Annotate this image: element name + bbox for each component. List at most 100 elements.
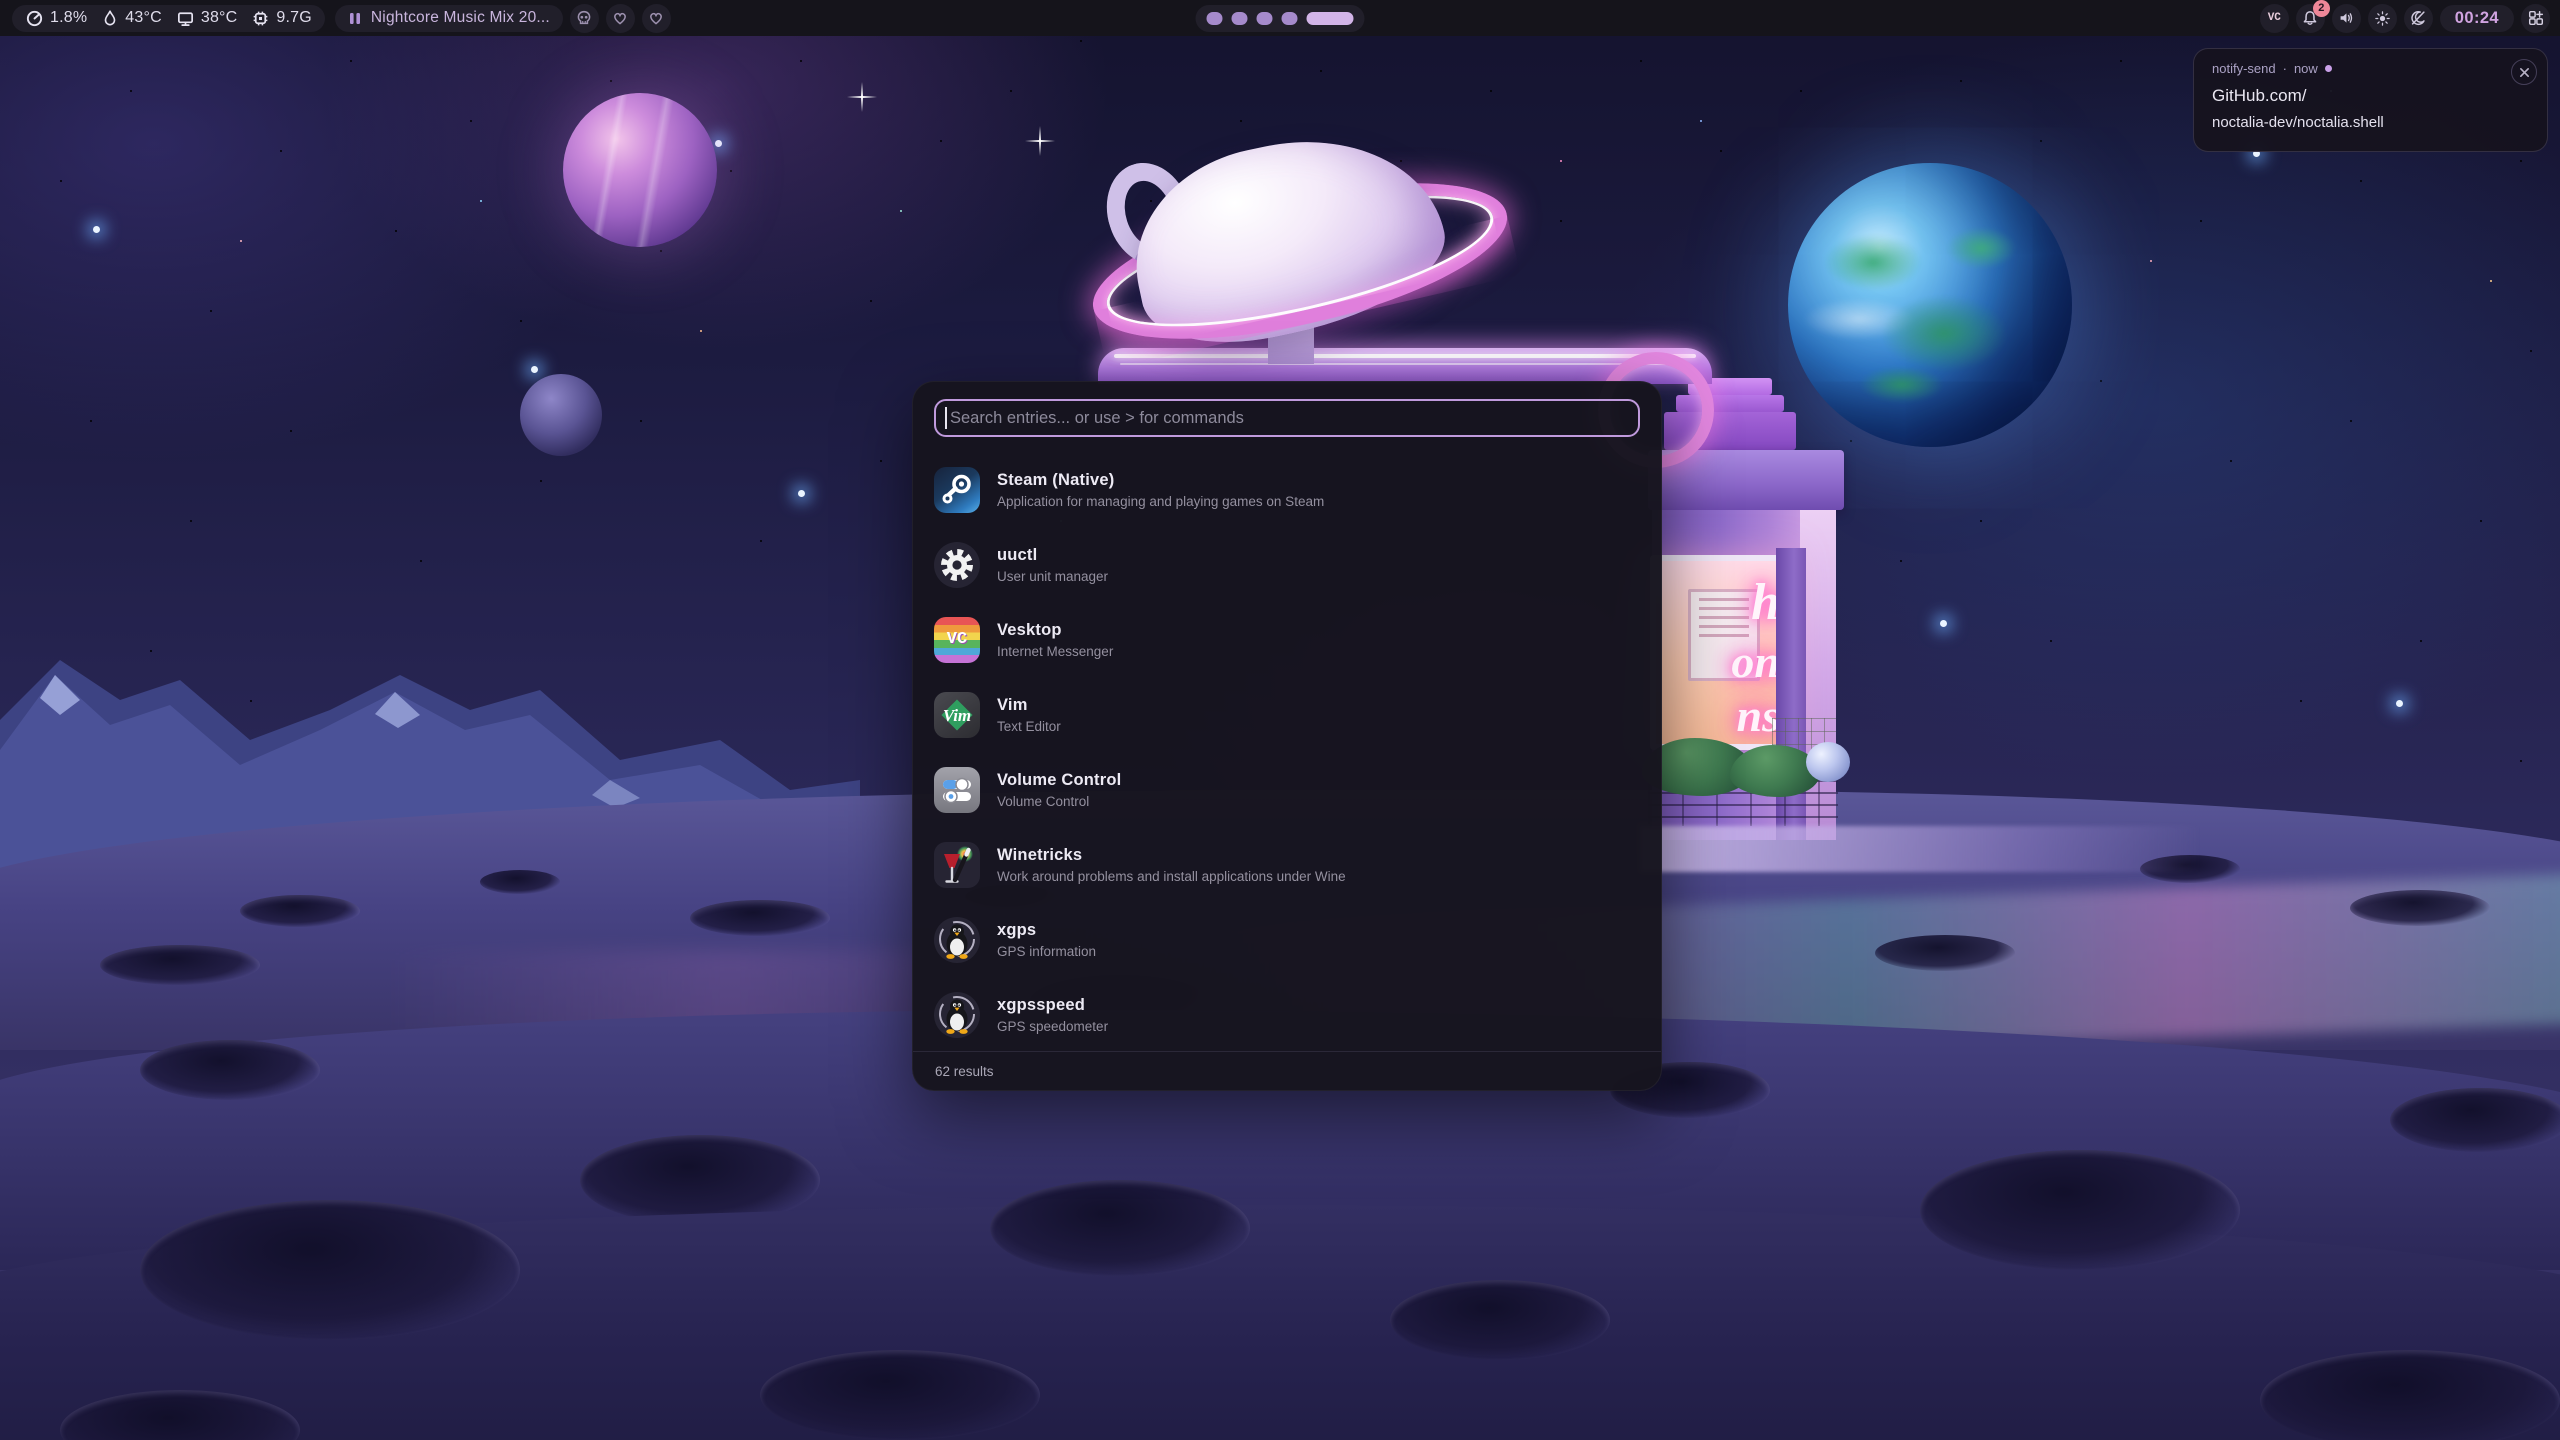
notifications-button[interactable]: 2: [2296, 4, 2325, 33]
results-count: 62 results: [935, 1064, 994, 1079]
heart-icon: [647, 9, 665, 27]
temperature-value: 43°C: [125, 9, 162, 27]
media-player-pill[interactable]: Nightcore Music Mix 20...: [335, 5, 563, 32]
bright-star: [715, 140, 722, 147]
result-texts: Winetricks Work around problems and inst…: [997, 846, 1346, 884]
purple-planet: [563, 93, 717, 247]
notification-time: now: [2294, 61, 2318, 76]
result-row-steam[interactable]: Steam (Native) Application for managing …: [934, 452, 1640, 527]
memory-icon: [251, 9, 270, 28]
crater: [240, 895, 360, 927]
result-row-xgps[interactable]: xgps GPS information: [934, 902, 1640, 977]
brightness-button[interactable]: [2368, 4, 2397, 33]
large-crater: [990, 1180, 1250, 1276]
workspace-dot-4[interactable]: [1282, 12, 1298, 25]
system-stats-pill[interactable]: 1.8% 43°C 38°C 9.7G: [12, 5, 325, 32]
result-texts: Volume Control Volume Control: [997, 771, 1121, 809]
workspace-active-pill[interactable]: [1307, 12, 1354, 25]
bright-star: [531, 366, 538, 373]
result-row-uuctl[interactable]: uuctl User unit manager: [934, 527, 1640, 602]
night-light-button[interactable]: [2404, 4, 2433, 33]
result-description: Volume Control: [997, 794, 1121, 809]
widgets-button[interactable]: [2521, 4, 2550, 33]
large-crater: [1920, 1150, 2240, 1270]
result-texts: xgps GPS information: [997, 921, 1096, 959]
bright-star: [1940, 620, 1947, 627]
notification-close-button[interactable]: [2511, 59, 2537, 85]
bright-star: [2396, 700, 2403, 707]
result-description: User unit manager: [997, 569, 1108, 584]
media-track-title: Nightcore Music Mix 20...: [371, 9, 550, 27]
notification-count-badge: 2: [2313, 0, 2330, 17]
result-title: xgpsspeed: [997, 996, 1108, 1015]
workspace-dot-1[interactable]: [1207, 12, 1223, 25]
workspace-indicator: [1196, 5, 1365, 32]
top-status-bar: 1.8% 43°C 38°C 9.7G Nightcore Music Mix …: [0, 0, 2560, 36]
volume-button[interactable]: [2332, 4, 2361, 33]
vesktop-icon: VC: [934, 617, 980, 663]
crater: [1875, 935, 2015, 971]
result-row-vesktop[interactable]: VC Vesktop Internet Messenger: [934, 602, 1640, 677]
skull-icon: [575, 9, 593, 27]
crater: [2350, 890, 2490, 926]
result-title: xgps: [997, 921, 1096, 940]
gear-icon: [934, 542, 980, 588]
tray-heart-button[interactable]: [642, 4, 671, 33]
cafe-window: h on ns: [1650, 555, 1792, 750]
vesktop-tray-button[interactable]: VC: [2260, 4, 2289, 33]
crater: [140, 1040, 320, 1100]
pavement-glow: [1640, 826, 2200, 872]
star-sparkle: [861, 82, 863, 112]
crater: [100, 945, 260, 985]
pause-icon: [348, 11, 362, 26]
clock-time: 00:24: [2455, 9, 2499, 28]
result-texts: uuctl User unit manager: [997, 546, 1108, 584]
gpu-temp-value: 38°C: [201, 9, 238, 27]
clock[interactable]: 00:24: [2440, 5, 2514, 32]
unread-dot: [2325, 65, 2332, 72]
memory-value: 9.7G: [276, 9, 312, 27]
notification-source: notify-send: [2212, 61, 2276, 76]
result-texts: Vim Text Editor: [997, 696, 1061, 734]
search-input[interactable]: [934, 399, 1640, 437]
night-light-off-icon: [2409, 9, 2427, 27]
result-texts: Vesktop Internet Messenger: [997, 621, 1113, 659]
crater: [690, 900, 830, 936]
close-icon: [2519, 67, 2530, 78]
sun-icon: [2374, 10, 2391, 27]
result-row-vim[interactable]: Vim Vim Text Editor: [934, 677, 1640, 752]
result-description: Application for managing and playing gam…: [997, 494, 1324, 509]
result-title: Volume Control: [997, 771, 1121, 790]
gauge-icon: [25, 9, 44, 28]
notification-card[interactable]: notify-send · now GitHub.com/ noctalia-d…: [2193, 48, 2548, 152]
large-crater: [140, 1200, 520, 1340]
result-row-volume-control[interactable]: Volume Control Volume Control: [934, 752, 1640, 827]
tray-heart-button[interactable]: [606, 4, 635, 33]
cpu-value: 1.8%: [50, 9, 87, 27]
results-list: Steam (Native) Application for managing …: [913, 444, 1661, 1051]
large-crater: [2260, 1350, 2560, 1440]
result-row-winetricks[interactable]: Winetricks Work around problems and inst…: [934, 827, 1640, 902]
bright-star: [93, 226, 100, 233]
small-planet: [520, 374, 602, 456]
result-title: Winetricks: [997, 846, 1346, 865]
earth-planet: [1788, 163, 2072, 447]
result-description: Internet Messenger: [997, 644, 1113, 659]
result-description: GPS speedometer: [997, 1019, 1108, 1034]
crater: [2390, 1088, 2560, 1152]
star-sparkle: [1039, 126, 1041, 156]
workspace-dot-2[interactable]: [1232, 12, 1248, 25]
notification-body: noctalia-dev/noctalia.shell: [2212, 114, 2531, 131]
result-row-xgpsspeed[interactable]: xgpsspeed GPS speedometer: [934, 977, 1640, 1051]
workspace-dot-3[interactable]: [1257, 12, 1273, 25]
result-texts: Steam (Native) Application for managing …: [997, 471, 1324, 509]
notification-header: notify-send · now: [2212, 61, 2531, 76]
notification-title: GitHub.com/: [2212, 86, 2531, 106]
result-description: Work around problems and install applica…: [997, 869, 1346, 884]
large-crater: [1390, 1280, 1610, 1360]
tux-icon: [934, 992, 980, 1038]
speaker-icon: [2337, 9, 2355, 27]
bar-right-cluster: VC 2 00:24: [2253, 0, 2550, 36]
result-description: GPS information: [997, 944, 1096, 959]
tray-skull-button[interactable]: [570, 4, 599, 33]
